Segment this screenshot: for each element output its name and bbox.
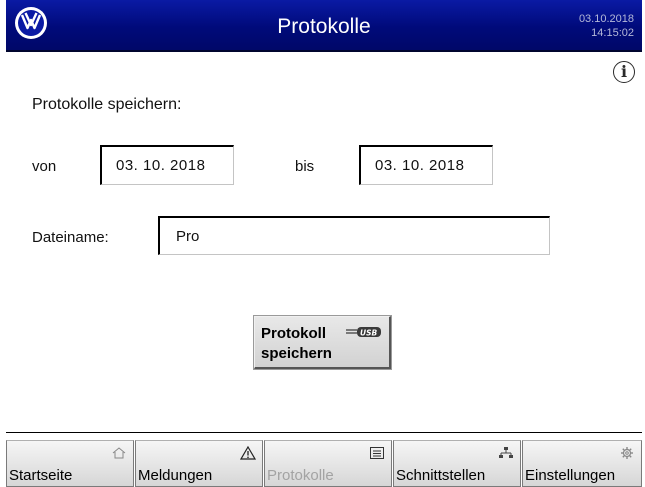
section-label: Protokolle speichern: — [32, 96, 182, 113]
usb-icon: USB — [346, 327, 381, 338]
from-label: von — [32, 158, 57, 175]
app-window: Protokolle 03.10.2018 14:15:02 i Protoko… — [6, 0, 642, 487]
date-text: 03.10.2018 — [578, 13, 634, 25]
tab-label: Einstellungen — [525, 467, 616, 484]
tab-label: Protokolle — [267, 467, 334, 484]
svg-text:USB: USB — [360, 329, 377, 338]
warning-icon — [240, 446, 256, 460]
network-icon — [499, 447, 513, 458]
tab-label: Startseite — [9, 467, 73, 484]
tab-startseite[interactable]: Startseite — [6, 440, 134, 487]
save-protocol-button[interactable]: Protokoll speichern USB — [253, 315, 392, 370]
filename-input[interactable]: Pro — [158, 216, 550, 255]
list-icon — [370, 447, 384, 459]
tab-label: Schnittstellen — [396, 467, 486, 484]
tab-meldungen[interactable]: Meldungen — [135, 440, 263, 487]
info-icon[interactable]: i — [613, 61, 635, 83]
home-icon — [112, 447, 126, 459]
save-button-label-line2: speichern — [261, 345, 332, 362]
tab-protokolle[interactable]: Protokolle — [264, 440, 392, 487]
tab-schnittstellen[interactable]: Schnittstellen — [393, 440, 521, 487]
save-button-label-line1: Protokoll — [261, 325, 327, 342]
gear-icon — [621, 447, 633, 459]
datetime-display: 03.10.2018 14:15:02 — [579, 12, 634, 40]
page-title: Protokolle — [277, 15, 371, 38]
filename-label: Dateiname: — [32, 229, 109, 246]
to-date-field[interactable]: 03. 10. 2018 — [359, 145, 493, 185]
bottom-divider — [6, 432, 642, 433]
time-text: 14:15:02 — [591, 27, 634, 39]
tab-einstellungen[interactable]: Einstellungen — [522, 440, 642, 487]
tab-label: Meldungen — [138, 467, 213, 484]
to-label: bis — [295, 158, 315, 175]
from-date-field[interactable]: 03. 10. 2018 — [100, 145, 234, 185]
title-bar: Protokolle 03.10.2018 14:15:02 — [6, 0, 642, 52]
